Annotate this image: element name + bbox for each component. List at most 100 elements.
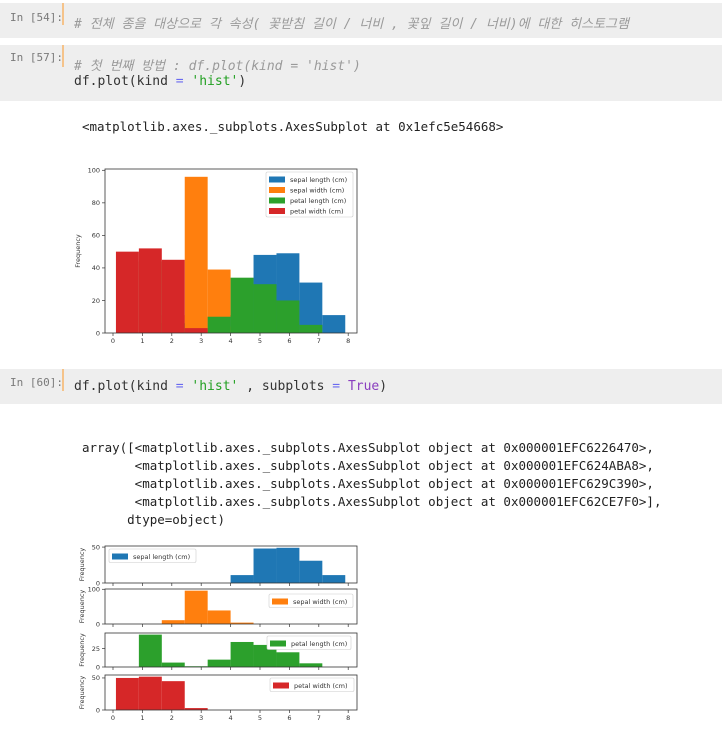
y-tick-label: 100	[88, 586, 100, 594]
y-axis-label: Frequency	[78, 590, 86, 624]
legend-label: sepal length (cm)	[290, 176, 347, 184]
legend-label: petal length (cm)	[290, 197, 346, 205]
code-line: df.plot(kind = 'hist' , subplots = True)	[74, 379, 387, 394]
y-axis-label: Frequency	[74, 234, 82, 268]
x-tick-label: 4	[229, 714, 233, 722]
histogram-bar	[322, 315, 346, 333]
x-tick-label: 7	[317, 337, 321, 345]
code-text: )	[238, 74, 247, 89]
code-operator: =	[175, 379, 184, 394]
histogram-bar	[161, 259, 185, 333]
histogram-bar	[138, 676, 162, 710]
output-line: array([<matplotlib.axes._subplots.AxesSu…	[82, 440, 654, 455]
cell-prompt: In [54]:	[10, 11, 63, 24]
y-tick-label: 60	[92, 232, 100, 240]
x-tick-label: 1	[140, 337, 144, 345]
histogram-bar	[230, 575, 254, 583]
legend-label: petal length (cm)	[291, 640, 347, 648]
histogram-chart: 0 1 2 3 4 5 6 7 8020406080100Frequencysepal leng…	[74, 167, 358, 345]
y-tick-label: 20	[92, 297, 100, 305]
x-tick-label: 7	[317, 714, 321, 722]
legend-label: petal width (cm)	[290, 208, 344, 216]
output-line: dtype=object)	[82, 512, 225, 527]
x-tick-label: 3	[199, 714, 203, 722]
code-cell-57[interactable]: In [57]: # 첫 번째 방법 : df.plot(kind = 'his…	[0, 45, 722, 101]
histogram-bar	[276, 652, 300, 667]
x-tick-label: 2	[170, 337, 174, 345]
histogram-bar	[230, 277, 254, 333]
histogram-bar	[207, 659, 231, 667]
code-text: , subplots	[238, 379, 333, 394]
histogram-bar	[161, 620, 185, 624]
cell-focus-bar	[62, 45, 64, 67]
x-tick-label: 6	[287, 714, 291, 722]
legend-swatch	[269, 197, 285, 204]
x-tick-label: 5	[258, 337, 262, 345]
code-text: df.plot(kind	[74, 379, 176, 394]
histogram-bar	[299, 324, 323, 333]
legend-swatch	[269, 176, 285, 183]
x-tick-label: 4	[229, 337, 233, 345]
y-tick-label: 40	[92, 264, 100, 272]
histogram-bar	[322, 575, 346, 583]
legend-label: sepal length (cm)	[133, 553, 190, 561]
histogram-bar	[184, 590, 208, 624]
x-tick-label: 0	[111, 337, 115, 345]
x-tick-label: 1	[140, 714, 144, 722]
code-keyword: True	[347, 379, 380, 394]
histogram-bar	[207, 316, 231, 333]
y-tick-label: 0	[96, 329, 100, 337]
y-axis-label: Frequency	[78, 548, 86, 582]
x-tick-label: 2	[170, 714, 174, 722]
x-tick-label: 8	[346, 337, 350, 345]
legend-swatch	[272, 598, 288, 605]
histogram-subplots: 050Frequency sepal length (cm)0100Frequen…	[78, 543, 358, 722]
legend-swatch	[273, 682, 289, 689]
code-comment: # 전체 종을 대상으로 각 속성( 꽃받침 길이 / 너비 , 꽃잎 길이 /…	[74, 17, 629, 32]
output-line: <matplotlib.axes._subplots.AxesSubplot o…	[82, 476, 654, 491]
x-tick-label: 8	[346, 714, 350, 722]
x-tick-label: 3	[199, 337, 203, 345]
cell-output-text: array([<matplotlib.axes._subplots.AxesSu…	[82, 421, 661, 529]
code-comment: # 첫 번째 방법 : df.plot(kind = 'hist')	[74, 59, 361, 74]
output-line: <matplotlib.axes._subplots.AxesSubplot o…	[82, 494, 662, 509]
histogram-bar	[161, 662, 185, 667]
x-tick-label: 0	[111, 714, 115, 722]
cell-prompt: In [60]:	[10, 376, 63, 389]
histogram-bar	[299, 663, 323, 667]
legend-label: petal width (cm)	[294, 682, 348, 690]
histogram-bar	[276, 300, 300, 333]
code-cell-54[interactable]: In [54]: # 전체 종을 대상으로 각 속성( 꽃받침 길이 / 너비 …	[0, 3, 722, 38]
histogram-bar	[184, 328, 208, 333]
code-cell-60[interactable]: In [60]: df.plot(kind = 'hist' , subplot…	[0, 369, 722, 404]
y-tick-label: 0	[96, 706, 100, 714]
code-text: )	[379, 379, 388, 394]
histogram-bar	[299, 560, 323, 583]
y-tick-label: 100	[88, 167, 100, 175]
output-line: <matplotlib.axes._subplots.AxesSubplot o…	[82, 458, 654, 473]
legend-swatch	[269, 187, 285, 193]
legend-swatch	[112, 553, 128, 560]
x-tick-label: 6	[287, 337, 291, 345]
histogram-bar	[207, 610, 231, 624]
y-tick-label: 25	[92, 645, 100, 653]
x-tick-label: 5	[258, 714, 262, 722]
legend-label: sepal width (cm)	[293, 598, 347, 606]
code-string: 'hist'	[191, 379, 239, 394]
histogram-bar	[115, 677, 139, 710]
cell-output-text: <matplotlib.axes._subplots.AxesSubplot a…	[82, 119, 504, 134]
code-string: 'hist'	[191, 74, 239, 89]
y-tick-label: 0	[96, 620, 100, 628]
legend-swatch	[269, 208, 285, 214]
histogram-bar	[138, 248, 162, 333]
cell-prompt: In [57]:	[10, 51, 63, 64]
histogram-bar	[253, 284, 277, 333]
y-tick-label: 50	[92, 674, 100, 682]
cell-focus-bar	[62, 369, 64, 391]
code-operator: =	[175, 74, 184, 89]
histogram-bar	[230, 641, 254, 667]
y-tick-label: 80	[92, 199, 100, 207]
cell-focus-bar	[62, 3, 64, 25]
histogram-bar	[253, 548, 277, 583]
